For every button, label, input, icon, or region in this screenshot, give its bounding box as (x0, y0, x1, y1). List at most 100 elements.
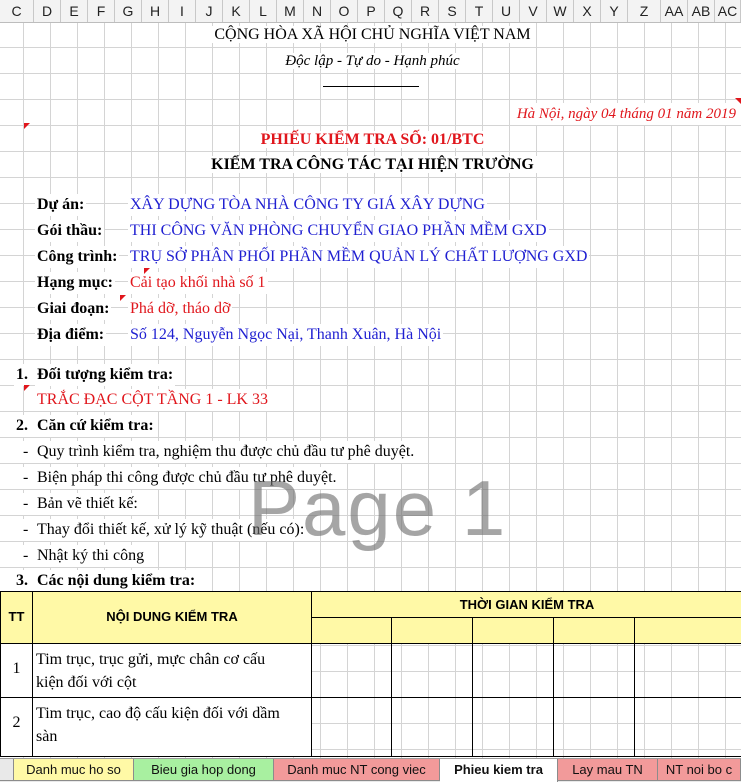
column-header-w[interactable]: W (547, 0, 574, 22)
column-header-i[interactable]: I (169, 0, 196, 22)
column-header-p[interactable]: P (358, 0, 385, 22)
country-heading-text: CỘNG HÒA XÃ HỘI CHỦ NGHĨA VIỆT NAM (211, 26, 534, 43)
time-cell[interactable] (472, 643, 554, 698)
time-cell[interactable] (391, 643, 473, 698)
column-header-h[interactable]: H (142, 0, 169, 22)
tab-bieu-gia-hop-dong[interactable]: Bieu gia hop dong (134, 759, 274, 781)
time-subheader-cell[interactable] (472, 617, 554, 644)
tab-phieu-kiem-tra[interactable]: Phieu kiem tra (440, 759, 558, 782)
basis-item[interactable]: Bản vẽ thiết kế: (35, 493, 140, 515)
form-subject: KIỂM TRA CÔNG TÁC TẠI HIỆN TRƯỜNG (0, 154, 741, 176)
time-subheader-cell[interactable] (634, 617, 741, 644)
info-label-building: Công trình: (35, 246, 120, 268)
info-value-location[interactable]: Số 124, Nguyễn Ngọc Nại, Thanh Xuân, Hà … (128, 324, 444, 346)
column-header-e[interactable]: E (61, 0, 88, 22)
column-header-y[interactable]: Y (601, 0, 628, 22)
table-row-content[interactable]: Tim trục, cao độ cấu kiện đối với dầm sà… (32, 697, 312, 757)
column-header-s[interactable]: S (439, 0, 466, 22)
column-header-x[interactable]: X (574, 0, 601, 22)
date-line: Hà Nội, ngày 04 tháng 01 năm 2019 (514, 103, 738, 125)
time-cell[interactable] (391, 697, 473, 757)
column-header-t[interactable]: T (466, 0, 493, 22)
bullet-dash: - (21, 545, 31, 567)
table-row-tt[interactable]: 1 (0, 643, 33, 698)
section2-heading: Căn cứ kiểm tra: (35, 415, 156, 437)
comment-marker[interactable] (24, 385, 30, 391)
comment-marker[interactable] (735, 98, 741, 104)
column-header-u[interactable]: U (493, 0, 520, 22)
time-cell[interactable] (553, 697, 635, 757)
form-number-text: PHIẾU KIỂM TRA SỐ: 01/BTC (257, 131, 488, 148)
time-subheader-cell[interactable] (391, 617, 473, 644)
table-header-tt[interactable]: TT (0, 591, 33, 644)
column-header-m[interactable]: M (277, 0, 304, 22)
info-value-package[interactable]: THI CÔNG VĂN PHÒNG CHUYỂN GIAO PHẦN MỀM … (128, 220, 549, 242)
basis-item[interactable]: Biện pháp thi công được chủ đầu tư phê d… (35, 467, 339, 489)
info-label-location: Địa điểm: (35, 324, 107, 346)
comment-marker[interactable] (120, 295, 126, 301)
info-label-phase: Giai đoạn: (35, 298, 112, 320)
time-cell[interactable] (311, 697, 392, 757)
sheet-tab-bar: Danh muc ho so Bieu gia hop dong Danh mu… (0, 758, 741, 782)
info-value-item[interactable]: Cải tạo khối nhà số 1 (128, 272, 268, 294)
column-header-d[interactable]: D (34, 0, 61, 22)
row-content-line: Tim trục, cao độ cấu kiện đối với dầm (36, 705, 280, 722)
column-header-f[interactable]: F (88, 0, 115, 22)
basis-item[interactable]: Nhật ký thi công (35, 545, 147, 567)
tab-nt-noi-bo[interactable]: NT noi bo c (658, 759, 741, 781)
info-value-phase[interactable]: Phá dỡ, tháo dỡ (128, 298, 233, 320)
column-header-r[interactable]: R (412, 0, 439, 22)
table-row-content[interactable]: Tim trục, trục gửi, mực chân cơ cấu kiện… (32, 643, 312, 698)
column-header-q[interactable]: Q (385, 0, 412, 22)
column-header-ab[interactable]: AB (688, 0, 715, 22)
table-header-tt-label: TT (8, 609, 25, 624)
table-header-content[interactable]: NỘI DUNG KIỂM TRA (32, 591, 312, 644)
country-heading: CỘNG HÒA XÃ HỘI CHỦ NGHĨA VIỆT NAM (0, 24, 741, 46)
time-cell[interactable] (553, 643, 635, 698)
form-number: PHIẾU KIỂM TRA SỐ: 01/BTC (0, 129, 741, 151)
column-header-z[interactable]: Z (628, 0, 661, 22)
basis-item[interactable]: Quy trình kiểm tra, nghiệm thu được chủ … (35, 441, 417, 463)
bullet-dash: - (21, 519, 31, 541)
column-header-c[interactable]: C (0, 0, 34, 22)
section1-number: 1. (14, 364, 30, 386)
tab-scroll-spacer[interactable] (0, 759, 14, 781)
column-header-k[interactable]: K (223, 0, 250, 22)
time-cell[interactable] (472, 697, 554, 757)
time-subheader-cell[interactable] (311, 617, 392, 644)
section3-number: 3. (14, 570, 30, 592)
time-subheader-cell[interactable] (553, 617, 635, 644)
column-header-j[interactable]: J (196, 0, 223, 22)
column-header-n[interactable]: N (304, 0, 331, 22)
info-value-building[interactable]: TRỤ SỞ PHÂN PHỐI PHẦN MỀM QUẢN LÝ CHẤT L… (128, 246, 590, 268)
bullet-dash: - (21, 493, 31, 515)
section1-value[interactable]: TRẮC ĐẠC CỘT TẦNG 1 - LK 33 (35, 389, 270, 411)
time-cell[interactable] (634, 643, 741, 698)
column-header-g[interactable]: G (115, 0, 142, 22)
column-header-o[interactable]: O (331, 0, 358, 22)
column-header-ac[interactable]: AC (715, 0, 741, 22)
basis-item[interactable]: Thay đổi thiết kế, xử lý kỹ thuật (nếu c… (35, 519, 307, 541)
time-cell[interactable] (311, 643, 392, 698)
column-header-aa[interactable]: AA (661, 0, 688, 22)
tab-lay-mau-tn[interactable]: Lay mau TN (558, 759, 658, 781)
section1-heading: Đối tượng kiểm tra: (35, 364, 176, 386)
row-content-line: kiện đối với cột (36, 674, 137, 691)
motto-underline (323, 86, 419, 87)
row-number: 2 (12, 714, 21, 731)
info-value-project[interactable]: XÂY DỰNG TÒA NHÀ CÔNG TY GIÁ XÂY DỰNG (128, 194, 487, 216)
bullet-dash: - (21, 441, 31, 463)
time-cell[interactable] (634, 697, 741, 757)
motto-text: Độc lập - Tự do - Hạnh phúc (282, 53, 463, 69)
row-content-line: sàn (36, 728, 58, 745)
column-header-l[interactable]: L (250, 0, 277, 22)
sheet-grid[interactable]: CỘNG HÒA XÃ HỘI CHỦ NGHĨA VIỆT NAM Độc l… (0, 23, 741, 758)
column-header-v[interactable]: V (520, 0, 547, 22)
table-row-tt[interactable]: 2 (0, 697, 33, 757)
tab-danh-muc-nt-cong-viec[interactable]: Danh muc NT cong viec (274, 759, 440, 781)
tab-danh-muc-ho-so[interactable]: Danh muc ho so (14, 759, 134, 781)
section2-number: 2. (14, 415, 30, 437)
column-header-bar: C D E F G H I J K L M N O P Q R S T U V … (0, 0, 741, 23)
table-header-time[interactable]: THỜI GIAN KIỂM TRA (311, 591, 741, 618)
comment-marker[interactable] (144, 268, 150, 274)
